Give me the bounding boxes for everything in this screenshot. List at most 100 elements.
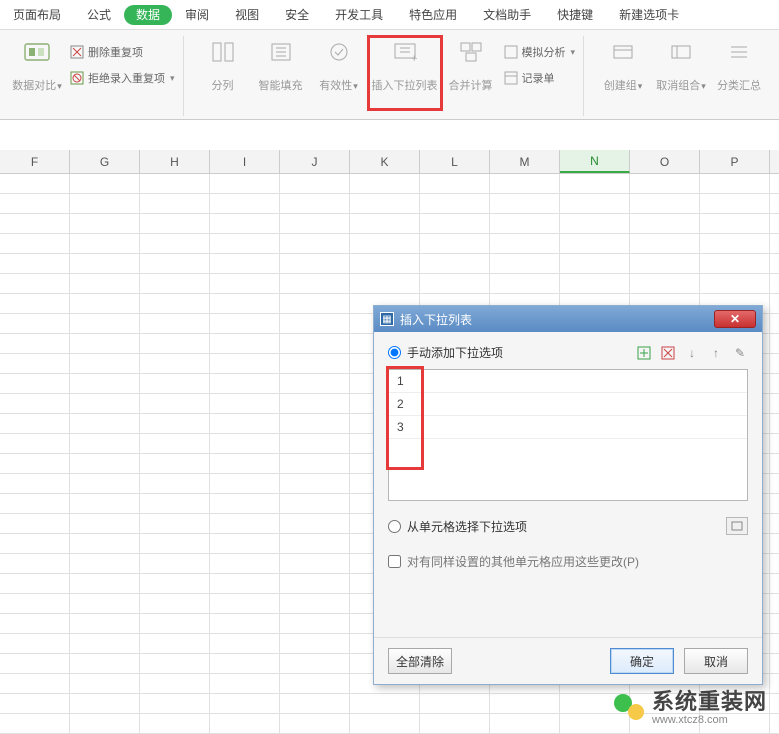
- tab-doc-helper[interactable]: 文档助手: [470, 0, 544, 29]
- data-validation-label: 有效性: [319, 80, 352, 92]
- ribbon: 数据对比▾ 删除重复项 拒绝录入重复项▾ 分列 智能填充 有效性▾ +: [0, 30, 779, 120]
- col-header-M[interactable]: M: [490, 150, 560, 173]
- ungroup-button[interactable]: 取消组合▾: [652, 36, 710, 93]
- data-compare-label: 数据对比: [12, 80, 56, 92]
- col-header-F[interactable]: F: [0, 150, 70, 173]
- delete-duplicates-button[interactable]: 删除重复项: [66, 42, 179, 62]
- dialog-app-icon: ▦: [380, 312, 394, 326]
- tab-shortcut[interactable]: 快捷键: [544, 0, 606, 29]
- dialog-close-button[interactable]: ✕: [714, 310, 756, 328]
- consolidate-button[interactable]: 合并计算: [442, 36, 500, 93]
- tab-formula[interactable]: 公式: [74, 0, 124, 29]
- dialog-footer: 全部清除 确定 取消: [374, 637, 762, 684]
- col-header-I[interactable]: I: [210, 150, 280, 173]
- tab-review[interactable]: 审阅: [172, 0, 222, 29]
- tab-page-layout[interactable]: 页面布局: [0, 0, 74, 29]
- what-if-analysis-label: 模拟分析: [522, 44, 566, 60]
- subtotal-icon: [725, 38, 753, 66]
- subtotal-label: 分类汇总: [717, 80, 761, 93]
- dropdown-items-list[interactable]: 1 2 3: [388, 369, 748, 501]
- what-if-analysis-button[interactable]: 模拟分析 ▾: [500, 42, 580, 62]
- insert-dropdown-icon: +: [391, 38, 419, 66]
- ungroup-label: 取消组合: [656, 80, 700, 92]
- cancel-button[interactable]: 取消: [684, 648, 748, 674]
- apply-same-checkbox[interactable]: [388, 555, 401, 568]
- add-item-button[interactable]: [636, 345, 652, 361]
- ungroup-icon: [667, 38, 695, 66]
- tab-new[interactable]: 新建选项卡: [606, 0, 692, 29]
- radio-from-range-label: 从单元格选择下拉选项: [407, 518, 527, 535]
- record-form-icon: [504, 71, 518, 85]
- data-validation-button[interactable]: 有效性▾: [310, 36, 368, 93]
- move-up-button[interactable]: ↑: [708, 345, 724, 361]
- data-compare-button[interactable]: 数据对比▾: [8, 36, 66, 93]
- insert-dropdown-dialog: ▦ 插入下拉列表 ✕ 手动添加下拉选项 ↓ ↑ ✎ 1 2 3: [373, 305, 763, 685]
- menu-tabs: 页面布局 公式 数据 审阅 视图 安全 开发工具 特色应用 文档助手 快捷键 新…: [0, 0, 779, 30]
- arrow-down-icon: ↓: [689, 346, 695, 360]
- chevron-down-icon: ▾: [571, 47, 576, 58]
- radio-manual[interactable]: [388, 346, 401, 359]
- ribbon-group-compare: 数据对比▾ 删除重复项 拒绝录入重复项▾: [4, 36, 184, 116]
- text-to-columns-button[interactable]: 分列: [194, 36, 252, 93]
- delete-item-button[interactable]: [660, 345, 676, 361]
- create-group-label: 创建组: [604, 80, 637, 92]
- col-header-K[interactable]: K: [350, 150, 420, 173]
- create-group-button[interactable]: 创建组▾: [594, 36, 652, 93]
- move-down-button[interactable]: ↓: [684, 345, 700, 361]
- delete-duplicates-label: 删除重复项: [88, 44, 143, 60]
- list-toolbar: ↓ ↑ ✎: [636, 345, 748, 361]
- tab-special-apps[interactable]: 特色应用: [396, 0, 470, 29]
- chevron-down-icon: ▾: [353, 81, 358, 91]
- text-to-columns-icon: [209, 38, 237, 66]
- insert-dropdown-label: 插入下拉列表: [372, 80, 438, 93]
- insert-dropdown-button[interactable]: + 插入下拉列表: [368, 36, 442, 110]
- delete-duplicates-icon: [70, 45, 84, 59]
- consolidate-label: 合并计算: [449, 80, 493, 93]
- chevron-down-icon: ▾: [57, 81, 62, 91]
- select-range-icon: [731, 521, 743, 531]
- col-header-O[interactable]: O: [630, 150, 700, 173]
- col-header-P[interactable]: P: [700, 150, 770, 173]
- ribbon-group-outline: 创建组▾ 取消组合▾ 分类汇总: [590, 36, 772, 116]
- col-header-H[interactable]: H: [140, 150, 210, 173]
- record-form-label: 记录单: [522, 70, 555, 86]
- clear-all-button[interactable]: 全部清除: [388, 648, 452, 674]
- ribbon-group-tools: 分列 智能填充 有效性▾ + 插入下拉列表 合并计算 模拟分析▾ 记录单: [190, 36, 585, 116]
- select-range-button[interactable]: [726, 517, 748, 535]
- record-form-button[interactable]: 记录单: [500, 68, 580, 88]
- dialog-title-text: 插入下拉列表: [400, 311, 472, 328]
- option-range-row: 从单元格选择下拉选项: [388, 517, 748, 535]
- tab-view[interactable]: 视图: [222, 0, 272, 29]
- close-icon: ✕: [730, 312, 740, 326]
- what-if-analysis-icon: [504, 45, 518, 59]
- chevron-down-icon: ▾: [170, 73, 175, 84]
- consolidate-icon: [457, 38, 485, 66]
- radio-from-range[interactable]: [388, 520, 401, 533]
- data-validation-icon: [325, 38, 353, 66]
- list-item[interactable]: 1: [389, 370, 747, 393]
- smart-fill-button[interactable]: 智能填充: [252, 36, 310, 93]
- tab-data[interactable]: 数据: [124, 5, 172, 25]
- col-header-J[interactable]: J: [280, 150, 350, 173]
- reject-duplicates-button[interactable]: 拒绝录入重复项▾: [66, 68, 179, 88]
- option-manual-row: 手动添加下拉选项 ↓ ↑ ✎: [388, 344, 748, 361]
- col-header-G[interactable]: G: [70, 150, 140, 173]
- chevron-down-icon: ▾: [638, 81, 643, 91]
- tab-security[interactable]: 安全: [272, 0, 322, 29]
- edit-item-button[interactable]: ✎: [732, 345, 748, 361]
- arrow-up-icon: ↑: [713, 346, 719, 360]
- list-item[interactable]: 2: [389, 393, 747, 416]
- reject-duplicates-icon: [70, 71, 84, 85]
- apply-same-row: 对有同样设置的其他单元格应用这些更改(P): [388, 553, 748, 570]
- smart-fill-icon: [267, 38, 295, 66]
- col-header-L[interactable]: L: [420, 150, 490, 173]
- tab-dev-tools[interactable]: 开发工具: [322, 0, 396, 29]
- dialog-titlebar[interactable]: ▦ 插入下拉列表 ✕: [374, 306, 762, 332]
- dialog-body: 手动添加下拉选项 ↓ ↑ ✎ 1 2 3 从单元格选择下拉选项: [374, 332, 762, 637]
- col-header-N[interactable]: N: [560, 150, 630, 173]
- data-compare-icon: [23, 38, 51, 66]
- list-item[interactable]: 3: [389, 416, 747, 439]
- subtotal-button[interactable]: 分类汇总: [710, 36, 768, 93]
- ok-button[interactable]: 确定: [610, 648, 674, 674]
- chevron-down-icon: ▾: [701, 81, 706, 91]
